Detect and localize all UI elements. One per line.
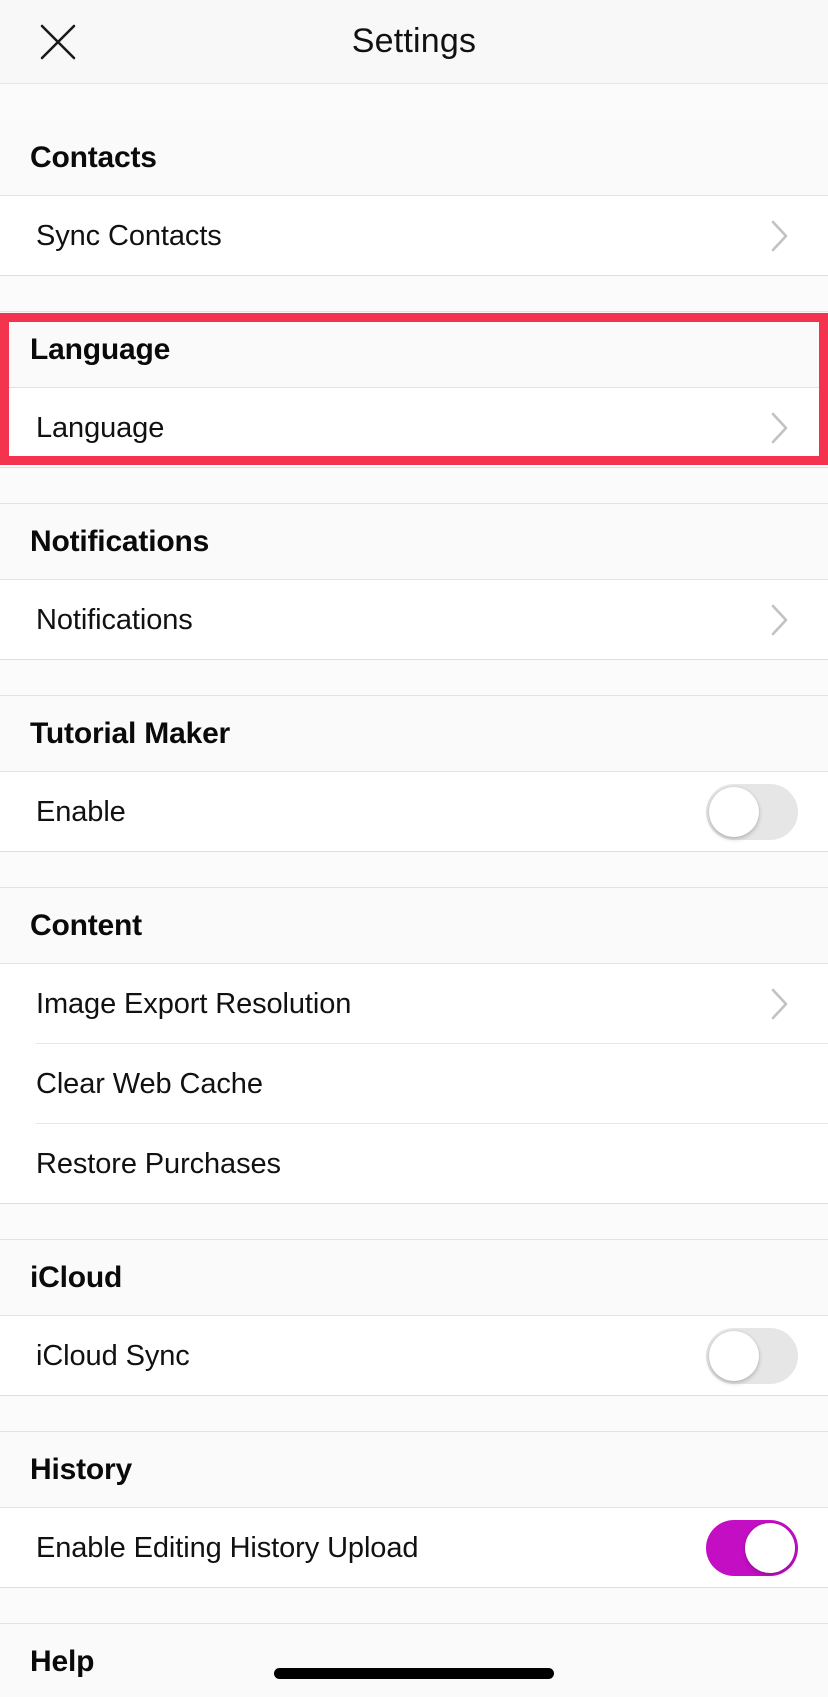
chevron-right-icon [768, 984, 792, 1024]
section-header-contacts: Contacts [0, 120, 828, 196]
row-label-icloud-sync: iCloud Sync [36, 1339, 190, 1372]
section-spacer [0, 660, 828, 696]
section-spacer [0, 276, 828, 312]
row-label-sync-contacts: Sync Contacts [36, 219, 222, 252]
navigation-bar: Settings [0, 0, 828, 84]
section-spacer [0, 852, 828, 888]
section-content: Content Image Export Resolution Clear Web … [0, 888, 828, 1204]
chevron-right-icon [768, 600, 792, 640]
chevron-right-icon [768, 408, 792, 448]
chevron-right-icon [768, 216, 792, 256]
section-tutorial-maker: Tutorial Maker Enable [0, 696, 828, 852]
section-title-notifications: Notifications [30, 524, 210, 558]
toggle-enable-editing-history-upload[interactable] [706, 1520, 798, 1576]
section-title-history: History [30, 1452, 132, 1486]
row-clear-web-cache[interactable]: Clear Web Cache [0, 1044, 828, 1124]
row-label-enable-editing-history-upload: Enable Editing History Upload [36, 1531, 419, 1564]
toggle-knob [745, 1523, 795, 1573]
section-header-tutorial-maker: Tutorial Maker [0, 696, 828, 772]
section-spacer [0, 1396, 828, 1432]
home-indicator [274, 1668, 554, 1679]
row-label-clear-web-cache: Clear Web Cache [36, 1067, 263, 1100]
row-label-image-export-resolution: Image Export Resolution [36, 987, 352, 1020]
section-header-history: History [0, 1432, 828, 1508]
section-icloud: iCloud iCloud Sync [0, 1240, 828, 1396]
close-icon[interactable] [30, 14, 86, 70]
row-restore-purchases[interactable]: Restore Purchases [0, 1124, 828, 1204]
settings-screen: Settings Contacts Sync Contacts Language La… [0, 0, 828, 1697]
row-sync-contacts[interactable]: Sync Contacts [0, 196, 828, 276]
section-title-content: Content [30, 908, 142, 942]
page-title: Settings [351, 22, 477, 60]
section-title-language: Language [30, 332, 171, 366]
section-history: History Enable Editing History Upload [0, 1432, 828, 1588]
toggle-knob [709, 787, 759, 837]
row-label-notifications: Notifications [36, 603, 193, 636]
section-contacts: Contacts Sync Contacts [0, 120, 828, 276]
section-title-icloud: iCloud [30, 1260, 123, 1294]
settings-list: Contacts Sync Contacts Language Language Not… [0, 84, 828, 1697]
toggle-icloud-sync[interactable] [706, 1328, 798, 1384]
section-header-help: Help [0, 1624, 828, 1697]
section-header-language: Language [0, 312, 828, 388]
row-enable-editing-history-upload[interactable]: Enable Editing History Upload [0, 1508, 828, 1588]
section-title-contacts: Contacts [30, 140, 157, 174]
section-notifications: Notifications Notifications [0, 504, 828, 660]
row-label-restore-purchases: Restore Purchases [36, 1147, 281, 1180]
toggle-knob [709, 1331, 759, 1381]
row-label-enable: Enable [36, 795, 126, 828]
section-spacer [0, 84, 828, 120]
row-enable[interactable]: Enable [0, 772, 828, 852]
row-label-language: Language [36, 411, 165, 444]
row-image-export-resolution[interactable]: Image Export Resolution [0, 964, 828, 1044]
row-language[interactable]: Language [0, 388, 828, 468]
section-language: Language Language [0, 312, 828, 468]
row-icloud-sync[interactable]: iCloud Sync [0, 1316, 828, 1396]
section-spacer [0, 468, 828, 504]
section-spacer [0, 1204, 828, 1240]
section-spacer [0, 1588, 828, 1624]
section-header-notifications: Notifications [0, 504, 828, 580]
section-title-tutorial-maker: Tutorial Maker [30, 716, 231, 750]
section-title-help: Help [30, 1644, 95, 1678]
row-notifications[interactable]: Notifications [0, 580, 828, 660]
toggle-enable[interactable] [706, 784, 798, 840]
section-help: Help [0, 1624, 828, 1697]
section-header-content: Content [0, 888, 828, 964]
section-header-icloud: iCloud [0, 1240, 828, 1316]
